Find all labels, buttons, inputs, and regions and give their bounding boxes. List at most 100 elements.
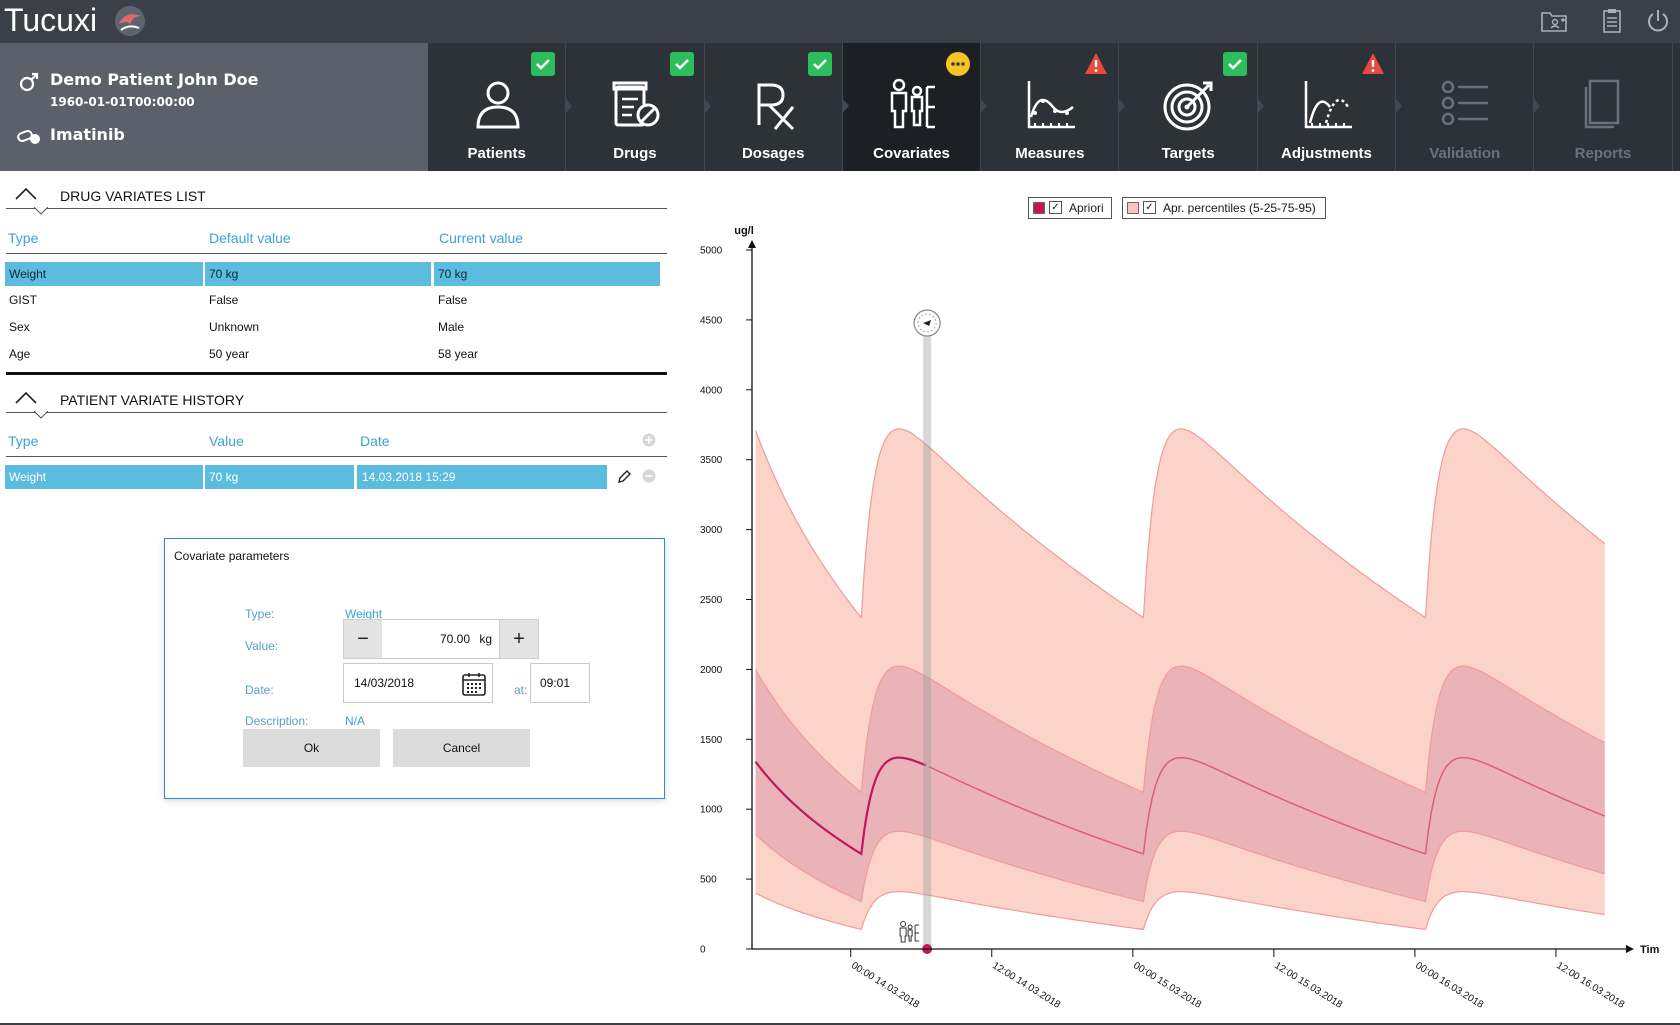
tab-drugs[interactable]: Drugs (566, 43, 711, 171)
at-label: at: (514, 683, 528, 697)
description-value: N/A (345, 714, 366, 728)
y-tick-label: 4000 (700, 385, 723, 396)
power-icon[interactable] (1644, 8, 1672, 34)
value-input-text: 70.00 (439, 632, 470, 646)
unit-label: kg (479, 632, 492, 646)
tab-patients[interactable]: Patients (428, 43, 573, 171)
tab-separator-arrow (565, 98, 573, 114)
date-label: Date: (245, 683, 274, 697)
chevron-up-icon[interactable] (14, 187, 38, 201)
concentration-chart[interactable]: ug/l Time 0 500 1000 1500 2000 2500 3000 3500 4000… (680, 215, 1660, 1023)
warning-badge-icon (1085, 53, 1108, 74)
tab-separator-arrow (1395, 98, 1403, 114)
tab-separator-arrow (1533, 98, 1541, 114)
decrement-button[interactable]: − (343, 619, 383, 659)
warning-badge-icon (1362, 53, 1385, 74)
clipboard-icon[interactable] (1598, 8, 1626, 34)
time-cursor-band (923, 327, 932, 949)
apriori-swatch (1033, 202, 1045, 214)
header-divider (6, 253, 667, 254)
cell-value: 70 kg (205, 465, 354, 489)
cell-default-value: 50 year (209, 347, 250, 361)
covariate-marker-icon (899, 921, 920, 943)
dialog-title: Covariate parameters (174, 549, 290, 563)
cell-type: Weight (5, 465, 203, 489)
pill-icon (17, 129, 40, 144)
cell-default-value: 70 kg (205, 262, 431, 286)
remove-circle-icon[interactable] (642, 469, 656, 483)
increment-button[interactable]: + (499, 619, 539, 659)
tab-separator-arrow (980, 98, 988, 114)
percentile-line-p5 (755, 891, 1605, 931)
tab-label: Adjustments (1281, 145, 1372, 162)
y-tick-label: 0 (700, 945, 706, 956)
add-circle-icon[interactable] (642, 433, 656, 447)
x-tick-label: 00:00 14.03.2018 (849, 960, 921, 1011)
add-patient-folder-icon[interactable] (1540, 8, 1568, 34)
cell-current-value: 70 kg (434, 262, 660, 286)
cell-current-value: False (438, 293, 468, 307)
tab-separator-arrow (1256, 98, 1264, 114)
patient-variates-header[interactable]: PATIENT VARIATE HISTORY (6, 387, 667, 419)
y-tick-label: 1500 (700, 735, 723, 746)
column-header-type[interactable]: Type (8, 230, 38, 246)
column-header-type[interactable]: Type (8, 433, 38, 449)
workflow-tabs: Patients Drugs Dosages Covariates Measur… (428, 43, 1680, 171)
tab-targets[interactable]: Targets (1119, 43, 1264, 171)
cell-default-value: Unknown (209, 320, 260, 334)
value-label: Value: (245, 639, 279, 653)
cell-type: GIST (9, 293, 38, 307)
tab-label: Measures (1015, 145, 1085, 162)
patient-icon (476, 81, 520, 129)
covariates-icon (890, 78, 935, 129)
check-badge-icon (669, 52, 694, 76)
validation-icon (1441, 80, 1489, 126)
date-field[interactable]: 14/03/2018 (343, 663, 493, 703)
tab-separator-arrow (1118, 98, 1126, 114)
column-header-value[interactable]: Value (209, 433, 244, 449)
tab-covariates[interactable]: Covariates (842, 43, 988, 171)
time-input-text: 09:01 (540, 676, 571, 690)
tab-label: Covariates (873, 145, 950, 162)
calendar-icon[interactable] (461, 671, 487, 697)
drug-variates-title: DRUG VARIATES LIST (60, 188, 206, 204)
date-input-text: 14/03/2018 (354, 676, 415, 690)
tab-label: Patients (467, 145, 526, 162)
app-title: Tucuxi (4, 2, 98, 38)
edit-pencil-icon[interactable] (612, 465, 636, 489)
patient-name: Demo Patient John Doe (50, 70, 259, 89)
x-tick-label: 12:00 14.03.2018 (990, 960, 1062, 1011)
tab-measures[interactable]: Measures (981, 43, 1126, 171)
header-divider (6, 456, 667, 457)
tab-dosages[interactable]: Dosages (705, 43, 849, 171)
tab-adjustments[interactable]: Adjustments (1258, 43, 1403, 171)
cell-type: Weight (5, 262, 203, 286)
column-header-date[interactable]: Date (360, 433, 390, 449)
target-icon (1163, 81, 1213, 131)
ok-button[interactable]: Ok (243, 729, 380, 767)
column-header-current-value[interactable]: Current value (439, 230, 523, 246)
top-bar: Tucuxi (0, 0, 1680, 43)
checkbox-checked-icon[interactable]: ✓ (1049, 201, 1062, 214)
section-divider (6, 372, 667, 375)
x-axis-arrow (1626, 945, 1634, 953)
value-field[interactable]: 70.00 kg (382, 619, 500, 659)
drug-variates-header[interactable]: DRUG VARIATES LIST (6, 183, 667, 215)
tab-label: Drugs (613, 145, 657, 162)
x-axis-title: Time (1640, 944, 1660, 956)
time-field[interactable]: 09:01 (530, 663, 590, 703)
check-badge-icon (531, 52, 556, 76)
y-tick-label: 3000 (700, 525, 723, 536)
y-tick-label: 2500 (700, 595, 723, 606)
tab-label: Validation (1429, 145, 1501, 162)
y-tick-label: 5000 (700, 246, 723, 257)
chevron-up-icon[interactable] (14, 391, 38, 405)
checkbox-checked-icon[interactable]: ✓ (1143, 201, 1156, 214)
x-tick-label: 00:00 16.03.2018 (1413, 960, 1485, 1011)
column-header-default-value[interactable]: Default value (209, 230, 291, 246)
cancel-button[interactable]: Cancel (393, 729, 530, 767)
tab-label: Dosages (741, 145, 805, 162)
male-gender-icon (19, 72, 39, 92)
measures-icon (1027, 81, 1076, 129)
y-tick-label: 2000 (700, 665, 723, 676)
